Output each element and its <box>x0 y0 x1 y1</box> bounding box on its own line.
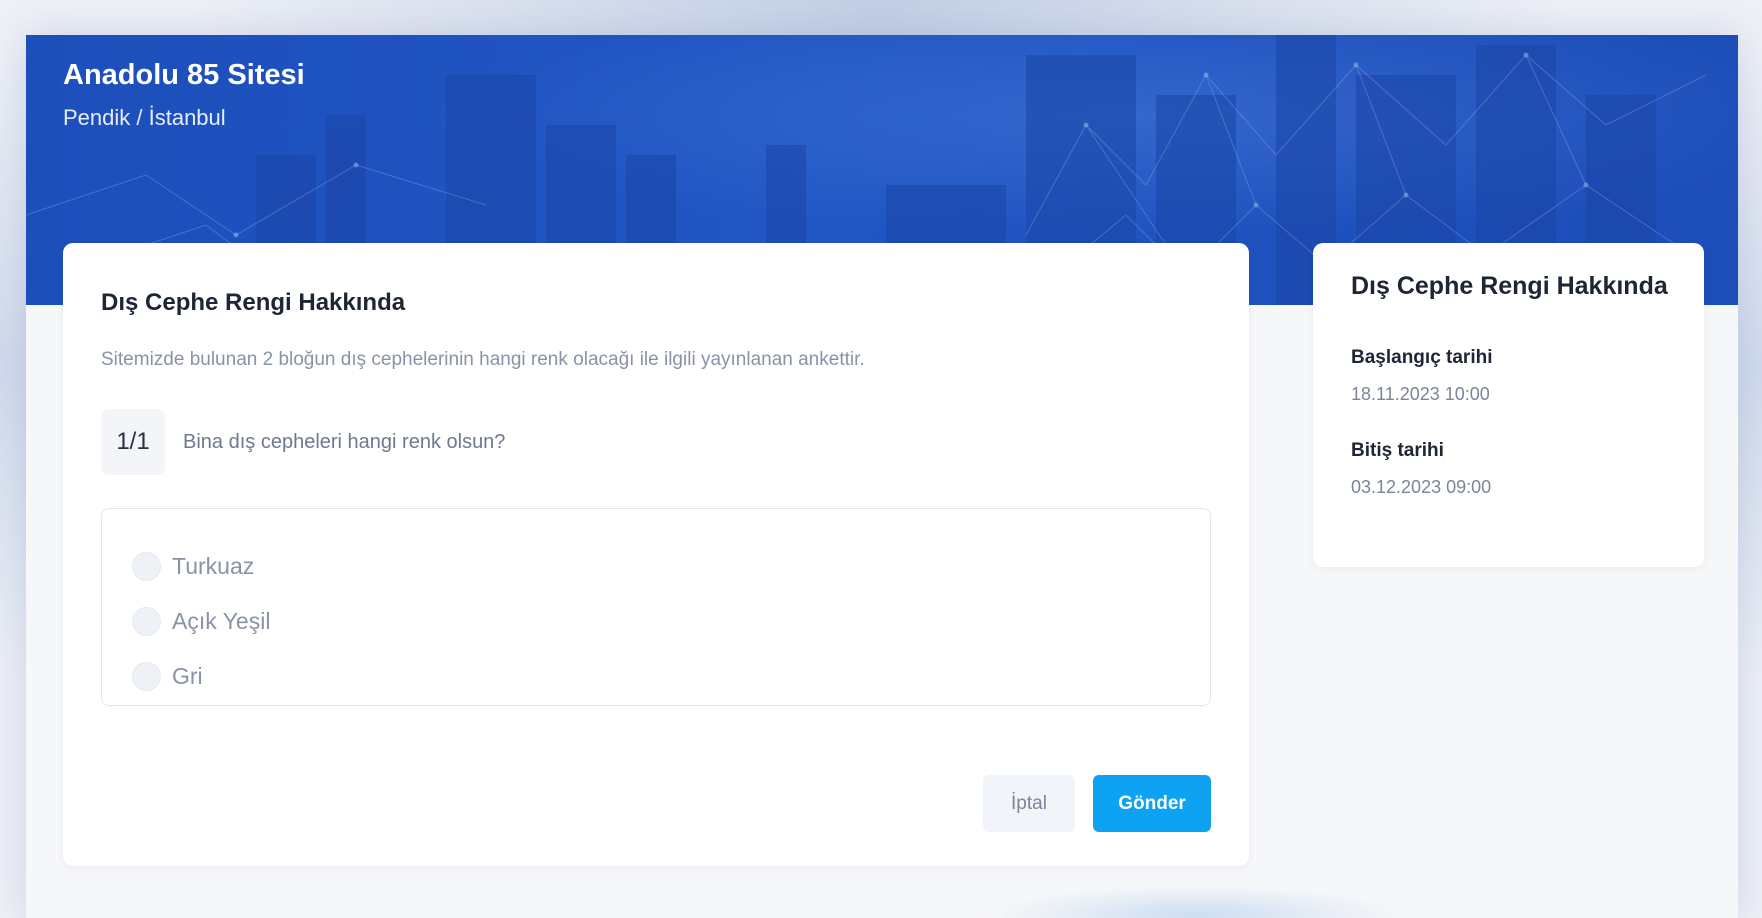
app-window: Anadolu 85 Sitesi Pendik / İstanbul Dış … <box>26 35 1738 918</box>
decorative-glow <box>986 885 1406 918</box>
radio-button[interactable] <box>132 552 161 581</box>
radio-button[interactable] <box>132 662 161 691</box>
option-acik-yesil[interactable]: Açık Yeşil <box>132 594 1210 649</box>
end-date-label: Bitiş tarihi <box>1351 440 1444 461</box>
option-turkuaz[interactable]: Turkuaz <box>132 539 1210 594</box>
start-date-label: Başlangıç tarihi <box>1351 347 1493 368</box>
submit-button[interactable]: Gönder <box>1093 775 1211 832</box>
start-date-value: 18.11.2023 10:00 <box>1351 384 1490 404</box>
survey-title: Dış Cephe Rengi Hakkında <box>101 289 406 316</box>
radio-button[interactable] <box>132 607 161 636</box>
answer-options: Turkuaz Açık Yeşil Gri <box>101 508 1211 706</box>
site-name: Anadolu 85 Sitesi <box>63 59 305 91</box>
option-label: Gri <box>172 663 203 689</box>
survey-card: Dış Cephe Rengi Hakkında Sitemizde bulun… <box>63 243 1249 866</box>
cancel-button[interactable]: İptal <box>983 775 1075 832</box>
question-text: Bina dış cepheleri hangi renk olsun? <box>183 430 506 453</box>
info-title: Dış Cephe Rengi Hakkında <box>1351 272 1668 300</box>
survey-description: Sitemizde bulunan 2 bloğun dış cepheleri… <box>101 349 865 370</box>
site-location: Pendik / İstanbul <box>63 105 226 130</box>
option-label: Turkuaz <box>172 553 255 579</box>
option-label: Açık Yeşil <box>172 608 271 634</box>
survey-info-card: Dış Cephe Rengi Hakkında Başlangıç tarih… <box>1313 243 1704 567</box>
question-header: 1/1 Bina dış cepheleri hangi renk olsun? <box>101 409 505 475</box>
question-number-badge: 1/1 <box>101 409 165 475</box>
end-date-value: 03.12.2023 09:00 <box>1351 477 1492 497</box>
option-gri[interactable]: Gri <box>132 649 1210 704</box>
